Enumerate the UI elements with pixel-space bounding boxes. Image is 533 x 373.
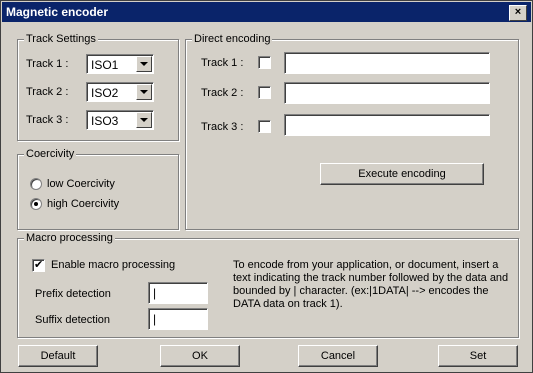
set-button[interactable]: Set xyxy=(438,345,518,367)
enable-macro-label[interactable]: Enable macro processing xyxy=(51,259,175,271)
low-coercivity-label[interactable]: low Coercivity xyxy=(47,178,115,190)
track-setting-2-label: Track 2 : xyxy=(26,86,69,98)
direct-track-3-input[interactable] xyxy=(284,114,490,136)
track-2-format-select[interactable]: ISO2 xyxy=(86,82,154,102)
high-coercivity-label[interactable]: high Coercivity xyxy=(47,198,119,210)
chevron-down-icon[interactable] xyxy=(136,112,152,128)
execute-encoding-button[interactable]: Execute encoding xyxy=(320,163,484,185)
direct-track-1-label: Track 1 : xyxy=(201,57,244,69)
track-2-format-value: ISO2 xyxy=(91,86,119,100)
macro-processing-legend: Macro processing xyxy=(24,232,115,245)
track-1-format-select[interactable]: ISO1 xyxy=(86,54,154,74)
magnetic-encoder-dialog: Magnetic encoder × Track Settings Track … xyxy=(0,0,533,373)
chevron-down-icon[interactable] xyxy=(136,84,152,100)
direct-track-2-label: Track 2 : xyxy=(201,87,244,99)
cancel-button[interactable]: Cancel xyxy=(298,345,378,367)
direct-track-2-input[interactable] xyxy=(284,82,490,104)
track-setting-1-label: Track 1 : xyxy=(26,58,69,70)
direct-track-1-input[interactable] xyxy=(284,52,490,74)
title-bar: Magnetic encoder × xyxy=(2,2,531,22)
track-3-format-select[interactable]: ISO3 xyxy=(86,110,154,130)
default-button[interactable]: Default xyxy=(18,345,98,367)
chevron-down-icon[interactable] xyxy=(136,56,152,72)
track-setting-3-label: Track 3 : xyxy=(26,114,69,126)
enable-macro-checkbox[interactable] xyxy=(32,258,45,272)
track-settings-legend: Track Settings xyxy=(24,33,98,46)
ok-button[interactable]: OK xyxy=(160,345,240,367)
prefix-detection-label: Prefix detection xyxy=(35,288,111,300)
macro-help-text: To encode from your application, or docu… xyxy=(233,259,509,310)
suffix-detection-label: Suffix detection xyxy=(35,314,111,326)
window-title: Magnetic encoder xyxy=(6,5,109,19)
coercivity-legend: Coercivity xyxy=(24,148,77,161)
low-coercivity-radio[interactable] xyxy=(30,178,42,190)
suffix-detection-input[interactable]: | xyxy=(148,308,208,330)
close-button[interactable]: × xyxy=(509,5,527,21)
direct-track-1-checkbox[interactable] xyxy=(258,56,271,69)
track-3-format-value: ISO3 xyxy=(91,114,119,128)
direct-track-2-checkbox[interactable] xyxy=(258,86,271,99)
high-coercivity-radio[interactable] xyxy=(30,198,42,210)
track-1-format-value: ISO1 xyxy=(91,58,119,72)
direct-encoding-legend: Direct encoding xyxy=(192,33,273,46)
coercivity-group: Coercivity xyxy=(17,148,179,230)
direct-track-3-label: Track 3 : xyxy=(201,121,244,133)
direct-track-3-checkbox[interactable] xyxy=(258,120,271,133)
prefix-detection-input[interactable]: | xyxy=(148,282,208,304)
